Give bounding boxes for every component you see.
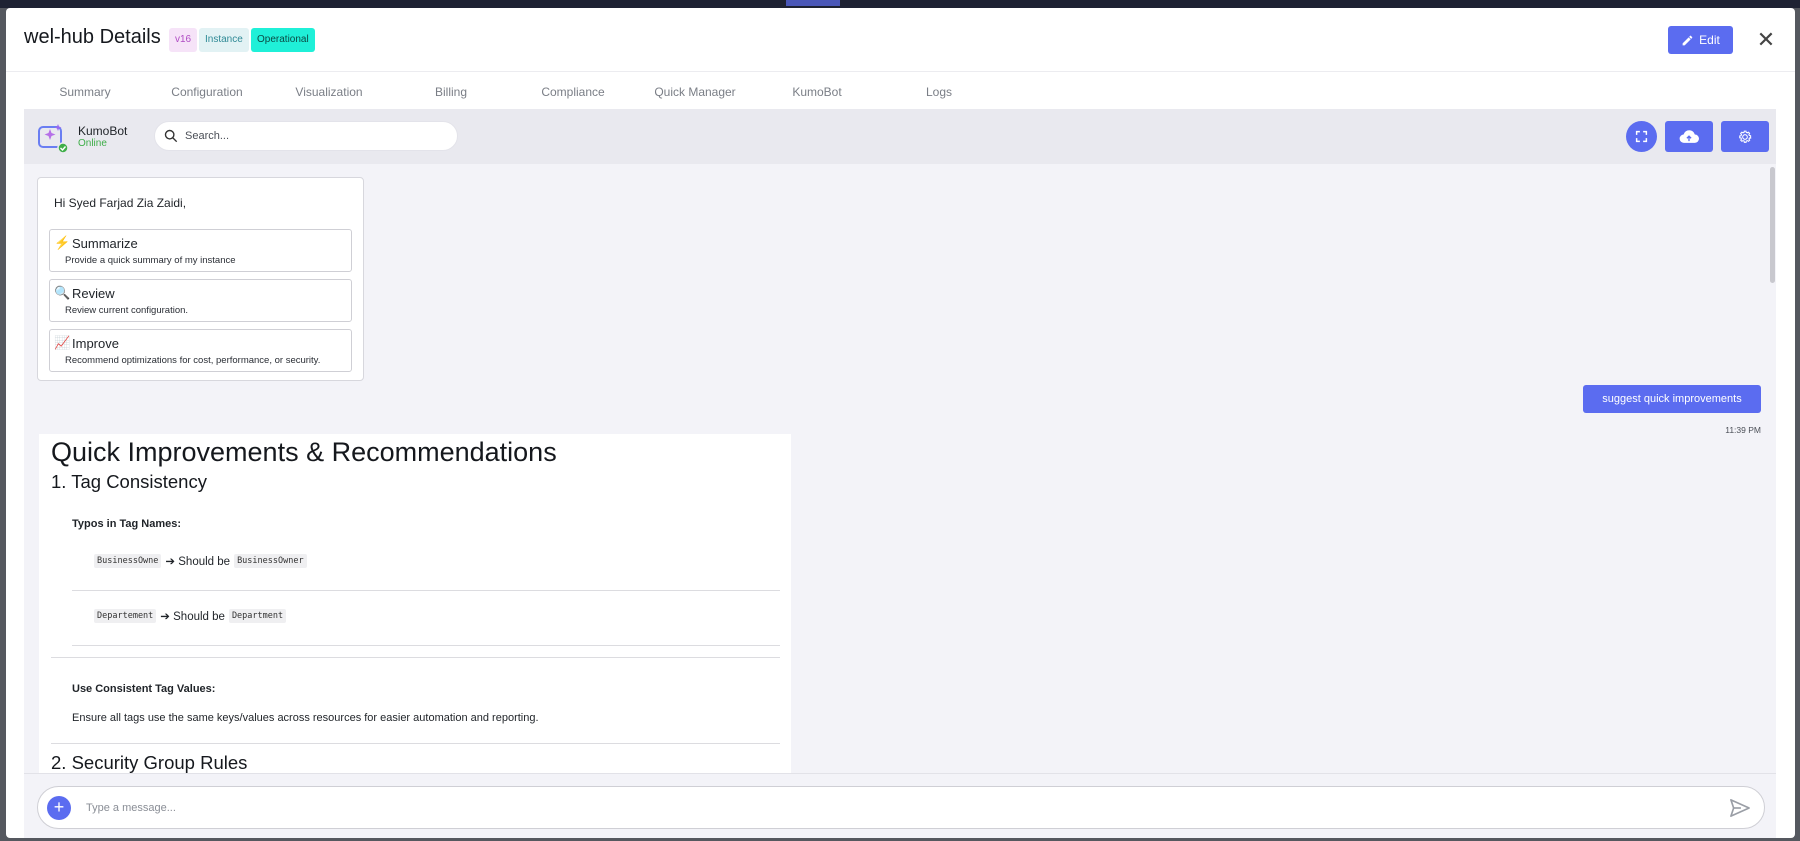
- tab-visualization[interactable]: Visualization: [268, 74, 390, 114]
- gear-icon: [1739, 130, 1752, 143]
- divider: [72, 645, 780, 646]
- welcome-card: Hi Syed Farjad Zia Zaidi, ⚡ Summarize Pr…: [37, 177, 364, 381]
- tab-summary[interactable]: Summary: [24, 74, 146, 114]
- magnifier-icon: 🔍: [54, 285, 71, 300]
- instance-details-modal: wel-hub Details v16 Instance Operational…: [6, 8, 1795, 838]
- edit-label: Edit: [1699, 33, 1720, 47]
- code-wrong: BusinessOwne: [94, 554, 162, 568]
- consistent-label: Use Consistent Tag Values:: [72, 683, 216, 695]
- composer-bar: +: [24, 773, 1776, 838]
- expand-icon: [1635, 130, 1648, 143]
- typos-label: Typos in Tag Names:: [72, 518, 182, 530]
- bot-reply: Quick Improvements & Recommendations 1. …: [39, 434, 791, 773]
- welcome-greeting: Hi Syed Farjad Zia Zaidi,: [54, 196, 187, 210]
- search-icon: [164, 129, 178, 143]
- send-icon[interactable]: [1729, 798, 1751, 818]
- pencil-icon: [1682, 35, 1693, 45]
- bot-avatar-icon: [38, 124, 69, 154]
- type-badge: Instance: [199, 28, 249, 52]
- should-be-text: ➔ Should be: [160, 611, 225, 623]
- typo-item: Departement ➔ Should be Department: [94, 609, 287, 623]
- typo-item: BusinessOwne ➔ Should be BusinessOwner: [94, 554, 307, 568]
- reply-heading: Quick Improvements & Recommendations: [51, 437, 557, 467]
- code-right: BusinessOwner: [234, 554, 307, 568]
- close-icon[interactable]: ✕: [1754, 28, 1778, 52]
- message-composer: +: [37, 786, 1765, 829]
- cloud-upload-button[interactable]: [1665, 121, 1713, 152]
- message-timestamp: 11:39 PM: [1725, 425, 1761, 435]
- modal-header: wel-hub Details v16 Instance Operational…: [6, 8, 1795, 72]
- version-badge: v16: [169, 28, 198, 52]
- add-attachment-button[interactable]: +: [47, 796, 71, 820]
- tab-billing[interactable]: Billing: [390, 74, 512, 114]
- card-description: Review current configuration.: [65, 305, 189, 316]
- chat-panel: KumoBot Online Hi Syed Farjad Zia Zaidi,: [24, 109, 1776, 838]
- search-input[interactable]: [185, 122, 450, 150]
- bot-status: Online: [78, 138, 107, 149]
- tab-bar: Summary Configuration Visualization Bill…: [24, 74, 952, 114]
- tab-kumobot[interactable]: KumoBot: [756, 74, 878, 114]
- summarize-card[interactable]: ⚡ Summarize Provide a quick summary of m…: [49, 229, 352, 272]
- consistent-text: Ensure all tags use the same keys/values…: [72, 712, 539, 724]
- backdrop-chip: [786, 0, 840, 6]
- bot-name: KumoBot: [78, 124, 128, 138]
- search-box: [154, 121, 458, 151]
- chat-toolbar: KumoBot Online: [24, 109, 1776, 164]
- backdrop-page-header: [0, 0, 1800, 8]
- chat-scrollbar[interactable]: [1768, 165, 1776, 773]
- tab-compliance[interactable]: Compliance: [512, 74, 634, 114]
- divider: [51, 743, 780, 744]
- card-description: Recommend optimizations for cost, perfor…: [65, 355, 321, 366]
- card-description: Provide a quick summary of my instance: [65, 255, 236, 266]
- code-right: Department: [228, 609, 287, 623]
- card-title: Improve: [72, 336, 119, 351]
- tab-quick-manager[interactable]: Quick Manager: [634, 74, 756, 114]
- expand-button[interactable]: [1626, 121, 1657, 152]
- section-heading: 1. Tag Consistency: [51, 471, 207, 492]
- chart-up-icon: 📈: [54, 335, 71, 350]
- lightning-icon: ⚡: [54, 235, 71, 250]
- section-heading: 2. Security Group Rules: [51, 752, 248, 773]
- card-title: Summarize: [72, 236, 138, 251]
- scrollbar-thumb[interactable]: [1770, 167, 1775, 283]
- settings-button[interactable]: [1721, 121, 1769, 152]
- message-input[interactable]: [86, 793, 1686, 823]
- card-title: Review: [72, 286, 115, 301]
- edit-button[interactable]: Edit: [1668, 26, 1733, 54]
- user-message: suggest quick improvements: [1583, 385, 1761, 413]
- divider: [72, 590, 780, 591]
- status-badge: Operational: [251, 28, 315, 52]
- cloud-upload-icon: [1679, 129, 1699, 143]
- code-wrong: Departement: [94, 609, 157, 623]
- backdrop-logo: [428, 0, 578, 6]
- tab-configuration[interactable]: Configuration: [146, 74, 268, 114]
- divider: [51, 657, 780, 658]
- should-be-text: ➔ Should be: [165, 556, 231, 568]
- modal-title: wel-hub Details: [24, 26, 161, 48]
- improve-card[interactable]: 📈 Improve Recommend optimizations for co…: [49, 329, 352, 372]
- tab-logs[interactable]: Logs: [878, 74, 1000, 114]
- review-card[interactable]: 🔍 Review Review current configuration.: [49, 279, 352, 322]
